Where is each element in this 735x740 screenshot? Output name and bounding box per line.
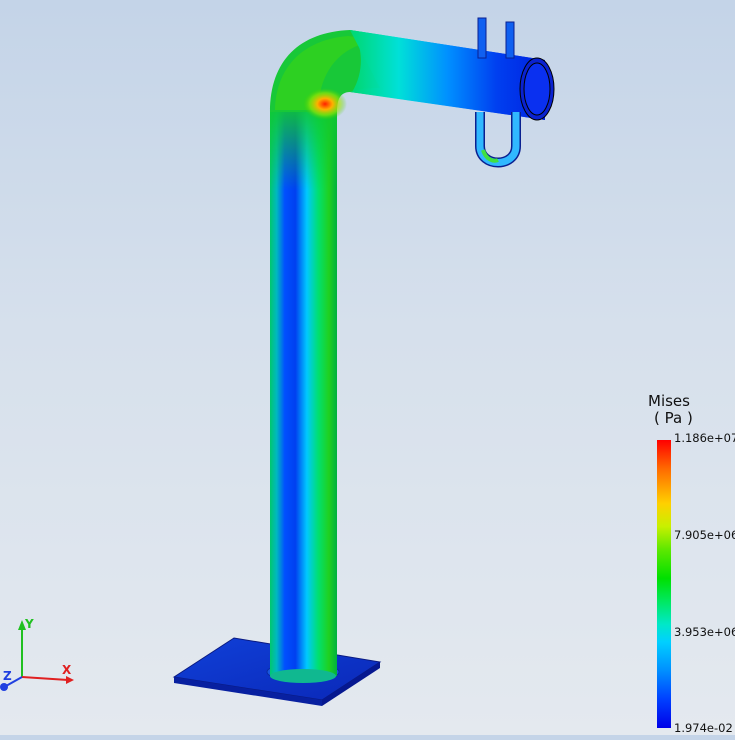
legend-title: Mises bbox=[648, 392, 690, 410]
color-scale-bar bbox=[657, 440, 671, 728]
legend-tick-2: 7.905e+06 bbox=[674, 528, 735, 542]
model-viewport[interactable]: Y X Z bbox=[0, 0, 735, 735]
horizontal-arm bbox=[350, 30, 555, 121]
vertical-tube bbox=[270, 110, 337, 683]
legend-unit: ( Pa ) bbox=[654, 409, 693, 427]
axis-y-label: Y bbox=[24, 617, 34, 631]
axis-triad: Y X Z bbox=[0, 617, 74, 691]
legend-tick-min: 1.974e-02 bbox=[674, 721, 733, 735]
axis-z-label: Z bbox=[3, 669, 12, 683]
axis-x-label: X bbox=[62, 663, 72, 677]
legend-tick-3: 3.953e+06 bbox=[674, 625, 735, 639]
legend-tick-max: 1.186e+07 bbox=[674, 431, 735, 445]
